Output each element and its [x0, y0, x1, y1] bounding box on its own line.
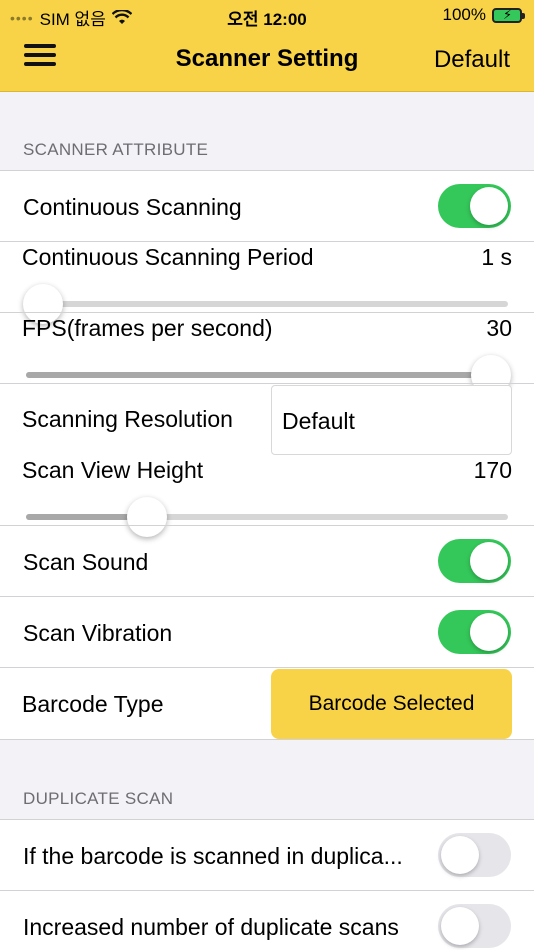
- resolution-select[interactable]: Default: [271, 385, 512, 455]
- duplicate-scan-label: If the barcode is scanned in duplica...: [23, 843, 403, 869]
- duplicate-scan-group: If the barcode is scanned in duplica... …: [0, 819, 534, 950]
- continuous-scanning-toggle[interactable]: [438, 184, 511, 228]
- duplicate-count-toggle[interactable]: [438, 904, 511, 948]
- default-button[interactable]: Default: [434, 46, 510, 74]
- fps-slider[interactable]: [26, 355, 512, 395]
- barcode-selected-button[interactable]: Barcode Selected: [271, 669, 512, 739]
- scanner-attribute-group: Continuous Scanning Continuous Scanning …: [0, 170, 534, 740]
- view-height-label: Scan View Height: [22, 457, 204, 483]
- scan-sound-label: Scan Sound: [23, 549, 149, 575]
- continuous-scanning-row: Continuous Scanning: [0, 171, 534, 242]
- fps-label: FPS(frames per second): [22, 315, 273, 341]
- status-bar: •••• SIM 없음 오전 12:00 100% ⚡: [0, 0, 534, 30]
- continuous-period-row: Continuous Scanning Period 1 s: [0, 242, 534, 324]
- continuous-period-value: 1 s: [481, 244, 512, 270]
- duplicate-count-label: Increased number of duplicate scans: [23, 914, 399, 940]
- barcode-type-label: Barcode Type: [22, 691, 164, 717]
- resolution-row: Scanning Resolution Default: [0, 384, 534, 455]
- barcode-type-row: Barcode Type Barcode Selected: [0, 668, 534, 739]
- continuous-scanning-label: Continuous Scanning: [23, 194, 242, 220]
- scan-vibration-label: Scan Vibration: [23, 620, 173, 646]
- continuous-period-label: Continuous Scanning Period: [22, 244, 314, 270]
- view-height-value: 170: [473, 457, 512, 483]
- duplicate-scan-row: If the barcode is scanned in duplica...: [0, 820, 534, 891]
- view-height-slider[interactable]: [26, 497, 508, 537]
- fps-row: FPS(frames per second) 30: [0, 313, 534, 395]
- battery-percent: 100%: [442, 5, 486, 24]
- scan-vibration-row: Scan Vibration: [0, 597, 534, 668]
- scan-sound-row: Scan Sound: [0, 526, 534, 597]
- scanner-attribute-header: SCANNER ATTRIBUTE: [23, 140, 209, 159]
- resolution-label: Scanning Resolution: [22, 406, 233, 432]
- battery-icon: ⚡: [492, 7, 525, 23]
- nav-bar: •••• SIM 없음 오전 12:00 100% ⚡ Scanner Sett…: [0, 0, 534, 92]
- fps-value: 30: [486, 315, 512, 341]
- duplicate-scan-header: DUPLICATE SCAN: [23, 789, 174, 808]
- duplicate-count-row: Increased number of duplicate scans: [0, 891, 534, 950]
- battery-status: 100% ⚡: [442, 5, 525, 25]
- scan-vibration-toggle[interactable]: [438, 610, 511, 654]
- view-height-row: Scan View Height 170: [0, 455, 534, 537]
- duplicate-scan-toggle[interactable]: [438, 833, 511, 877]
- continuous-period-slider[interactable]: [22, 284, 508, 324]
- scan-sound-toggle[interactable]: [438, 539, 511, 583]
